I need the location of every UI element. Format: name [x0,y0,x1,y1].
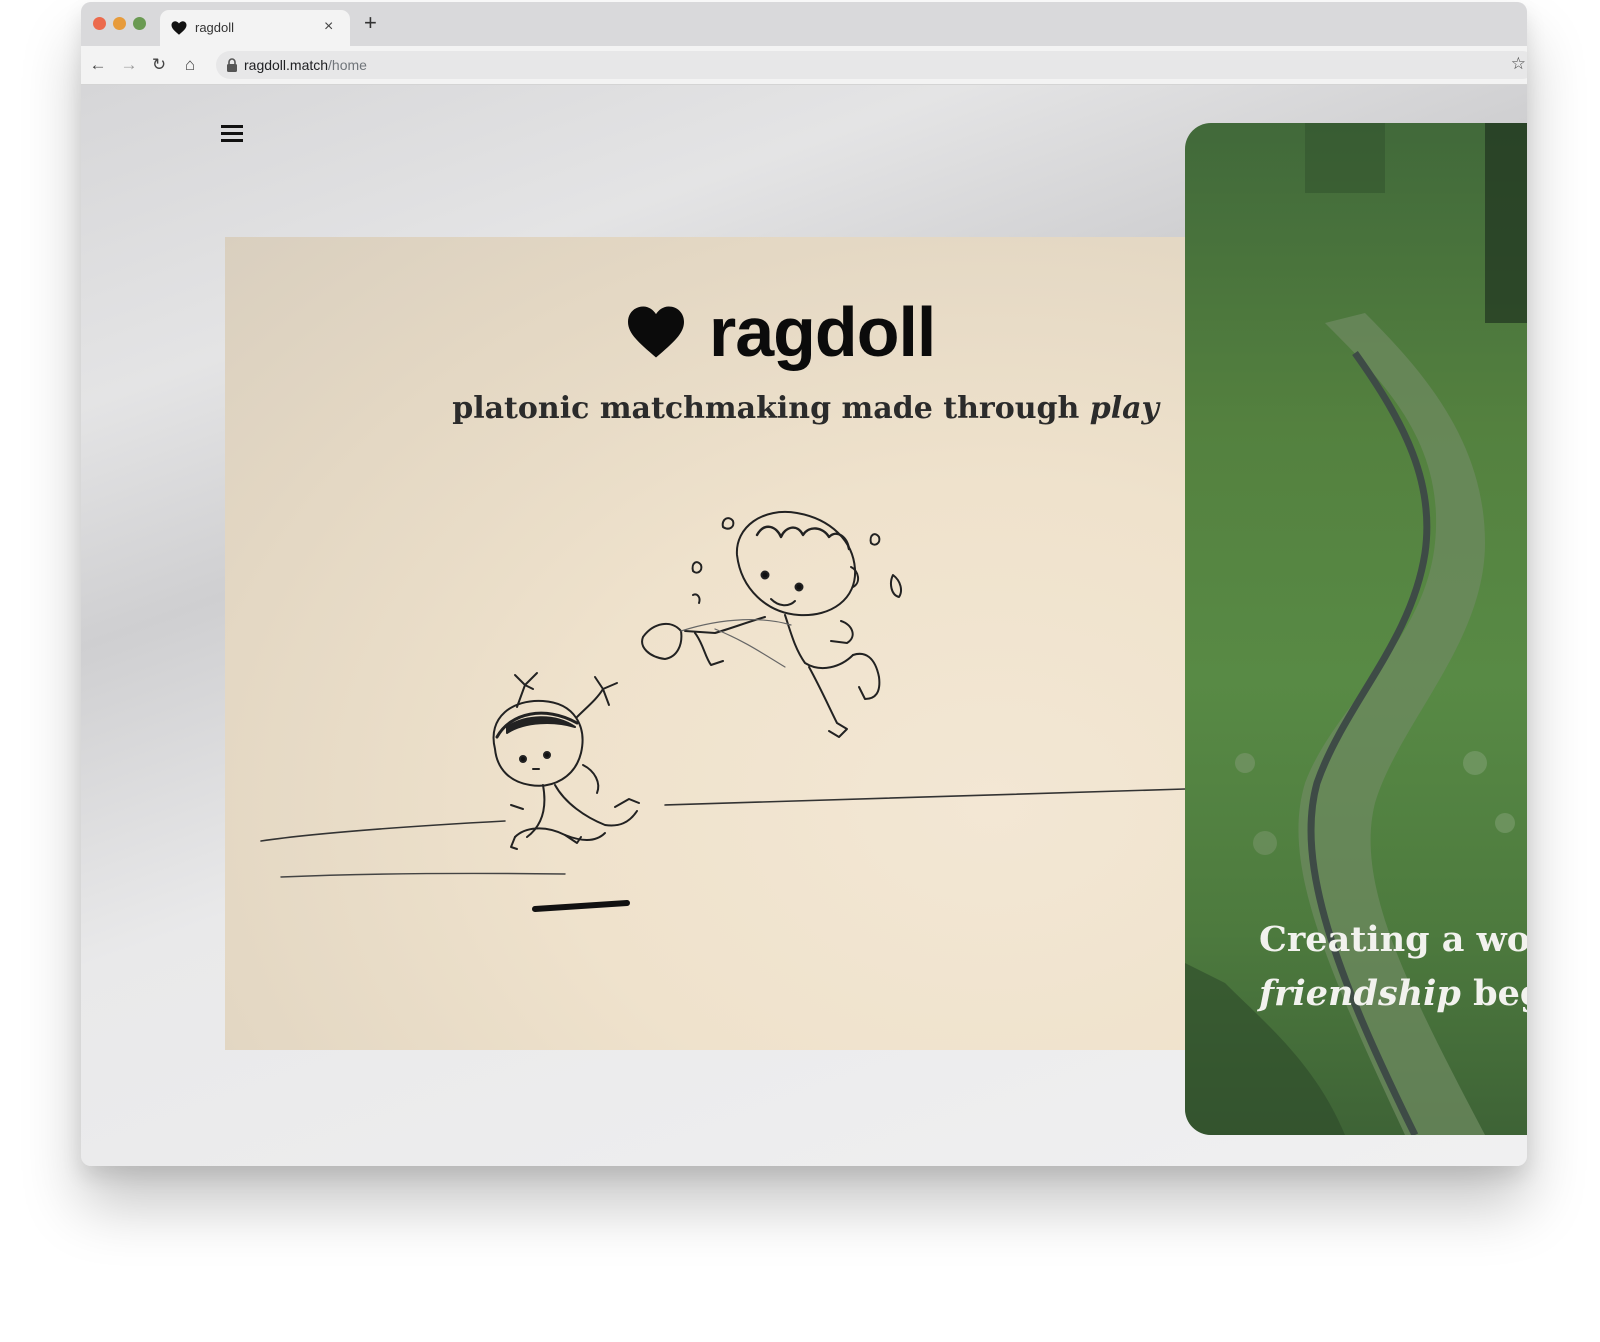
tab-strip: ragdoll × + [81,2,1527,46]
reload-icon[interactable]: ↻ [148,54,170,76]
hero-tagline: platonic matchmaking made through play [452,391,1159,426]
side-line-2-emphasis: friendship [1259,973,1461,1014]
brand-name: ragdoll [709,293,936,371]
heart-icon [628,306,684,358]
aerial-river-card[interactable]: Creating a wor friendship beg [1185,123,1527,1135]
browser-tab[interactable]: ragdoll × [160,10,350,46]
side-card-headline: Creating a wor friendship beg [1259,913,1527,1021]
side-line-2-rest: beg [1473,973,1527,1014]
home-icon[interactable]: ⌂ [179,54,201,76]
url-text: ragdoll.match/home [244,57,367,73]
heart-icon [171,21,187,35]
address-bar[interactable]: ragdoll.match/home ☆ [216,51,1527,79]
bookmark-star-icon[interactable]: ☆ [1511,54,1526,74]
url-host: ragdoll.match [244,57,329,73]
browser-toolbar: ← → ↻ ⌂ ragdoll.match/home ☆ ⋮ [81,46,1527,85]
page-content: ragdoll platonic matchmaking made throug… [81,85,1527,1166]
close-window-button[interactable] [93,17,106,30]
back-icon[interactable]: ← [87,54,109,76]
tagline-main: platonic matchmaking made through [452,391,1090,426]
side-line-1: Creating a wor [1259,919,1527,960]
minimize-window-button[interactable] [113,17,126,30]
hero-card: ragdoll platonic matchmaking made throug… [225,237,1185,1050]
browser-window: ragdoll × + ← → ↻ ⌂ ragdoll.match/home ☆… [81,2,1527,1166]
tab-close-icon[interactable]: × [324,18,333,36]
tab-title: ragdoll [195,20,235,35]
forward-icon[interactable]: → [118,54,140,76]
hamburger-icon[interactable] [221,125,243,143]
side-line-2: friendship beg [1259,967,1527,1021]
brand-logo: ragdoll [625,292,965,372]
new-tab-button[interactable]: + [364,12,377,34]
maximize-window-button[interactable] [133,17,146,30]
url-path: /home [328,57,367,73]
lock-icon [227,58,237,72]
tagline-emphasis: play [1089,391,1159,426]
